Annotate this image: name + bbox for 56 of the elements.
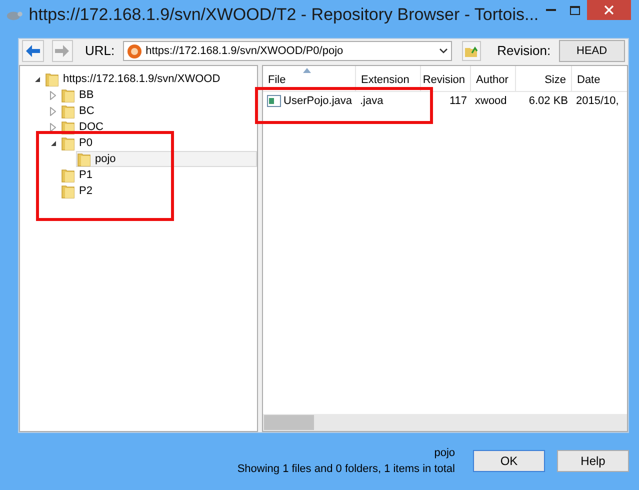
revision-label: Revision: [497,42,551,60]
window-title: https://172.168.1.9/svn/XWOOD/T2 - Repository Browser - Tortois... [28,4,539,26]
dialog-button[interactable]: OK [473,450,545,472]
url-field[interactable]: https://172.168.1.9/svn/XWOOD/P0/pojo [122,41,452,61]
back-button[interactable] [22,40,44,62]
scrollbar-thumb[interactable] [264,415,314,430]
folder-icon [61,103,75,119]
maximize-icon [570,6,580,14]
column-header[interactable]: Extension [356,66,421,91]
file-icon [267,95,281,107]
tree-item[interactable]: DOC [60,119,112,135]
tree-item[interactable]: BB [60,87,103,103]
revision-button[interactable]: HEAD [558,40,626,62]
horizontal-scrollbar[interactable] [263,414,627,431]
folder-arrow-icon [464,44,478,58]
collapsed-arrow-icon[interactable] [50,90,56,100]
column-header[interactable]: Date [572,66,627,91]
table-cell-text: .java [359,94,384,109]
column-header[interactable]: Size [516,66,572,91]
right-arrow-icon [54,44,70,58]
left-arrow-icon [24,44,41,58]
folder-icon [61,167,75,183]
tree-item[interactable]: P1 [60,167,102,183]
close-button[interactable] [587,0,631,20]
column-header[interactable]: Revision [421,66,471,91]
table-cell-text: xwood [474,94,508,109]
expanded-arrow-icon[interactable] [34,76,40,82]
tree-item[interactable]: P0 [60,135,102,151]
folder-icon [61,183,75,199]
column-header[interactable]: Author [471,66,516,91]
tree-item[interactable]: https://172.168.1.9/svn/XWOOD [44,71,230,87]
table-cell-text: 117 [448,94,468,109]
table-cell-text: 2015/10, [575,94,620,109]
tree-item[interactable]: BC [60,103,104,119]
folder-icon [61,135,75,151]
folder-icon [45,71,59,87]
dialog-button[interactable]: Help [557,450,629,472]
sort-arrow-icon [303,68,311,73]
selected-item-name: pojo [434,446,455,461]
minimize-icon [546,8,556,12]
table-cell: UserPojo.java [263,92,356,110]
collapsed-arrow-icon[interactable] [50,106,56,116]
close-icon [604,5,614,15]
dropdown-icon [438,48,448,54]
expanded-arrow-icon[interactable] [50,140,56,146]
open-folder-button[interactable] [462,41,482,61]
collapsed-arrow-icon[interactable] [50,122,56,132]
tree-item[interactable]: P2 [60,183,102,199]
table-cell-text: 6.02 KB [528,94,569,109]
folder-icon [61,87,75,103]
folder-icon [77,151,91,167]
status-summary: Showing 1 files and 0 folders, 1 items in total [237,462,455,477]
column-header[interactable]: File [263,66,356,91]
repository-icon [126,44,142,58]
tree-item[interactable]: pojo [76,151,257,167]
url-label: URL: [85,42,115,60]
